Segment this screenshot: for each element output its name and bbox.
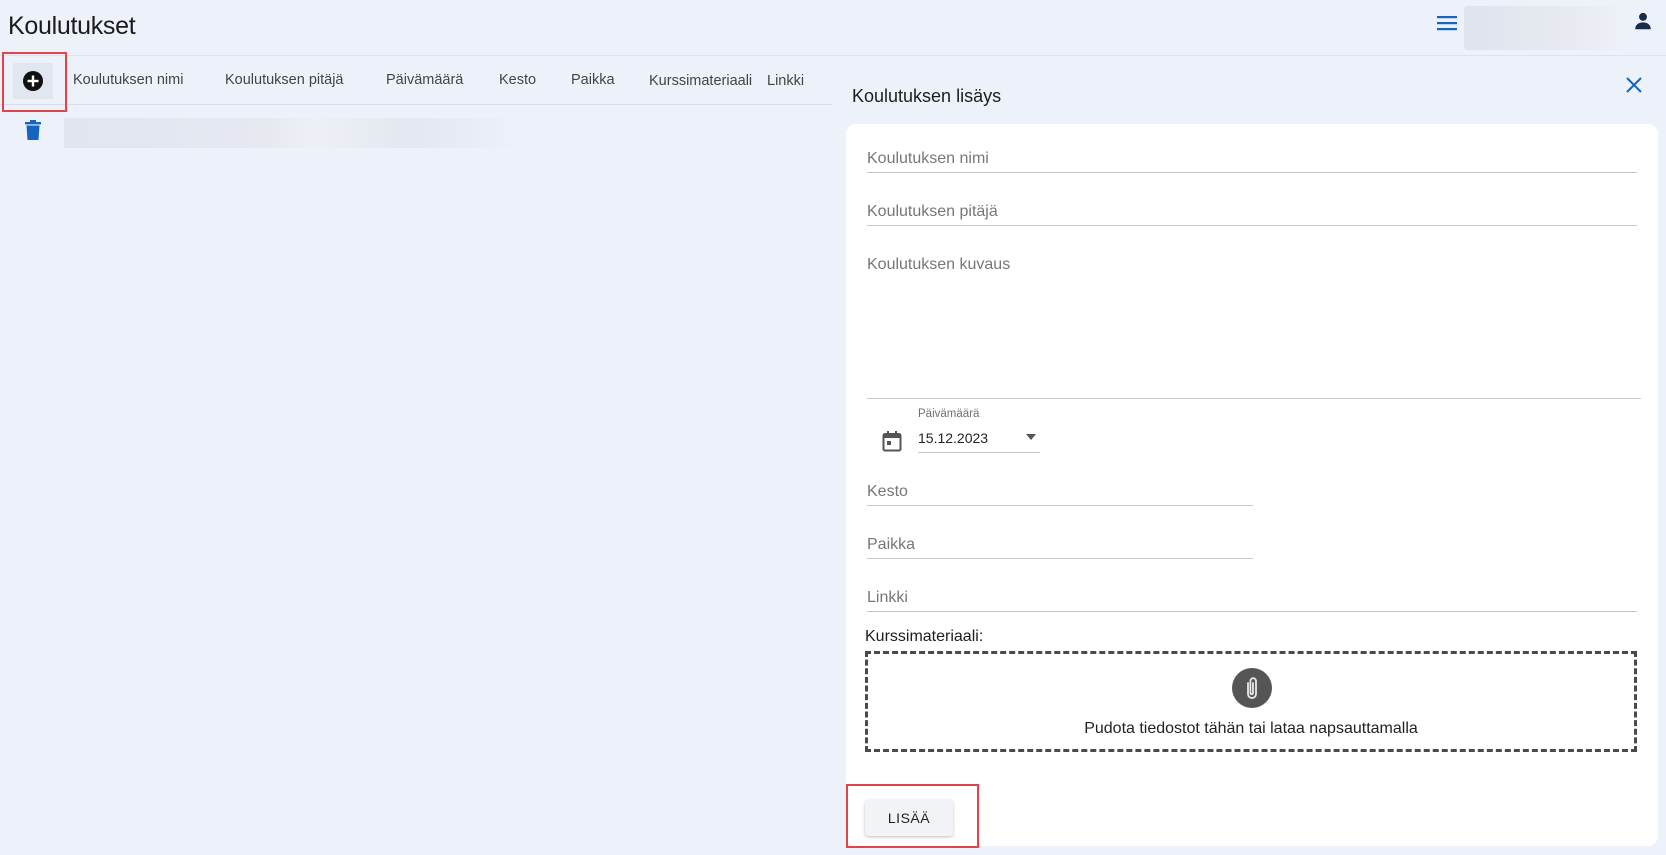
training-name-input[interactable] [867,150,1637,168]
location-input[interactable] [867,536,1253,554]
column-header-location[interactable]: Paikka [571,72,615,88]
user-name-redacted [1464,6,1628,50]
chevron-down-icon[interactable] [1026,434,1036,440]
training-organizer-field [867,203,1637,226]
close-icon[interactable] [1625,76,1643,94]
training-description-textarea[interactable] [867,256,1641,396]
trash-icon[interactable] [24,120,42,140]
paperclip-icon [1232,668,1272,708]
date-picker[interactable]: 15.12.2023 [918,428,1040,453]
page-title: Koulutukset [8,12,136,40]
calendar-icon[interactable] [882,430,902,452]
training-name-field [867,150,1637,173]
file-dropzone[interactable]: Pudota tiedostot tähän tai lataa napsaut… [865,651,1637,752]
panel-title: Koulutuksen lisäys [852,86,1002,106]
table-header: Koulutuksen nimi Koulutuksen pitäjä Päiv… [0,56,832,105]
hamburger-menu-icon[interactable] [1436,14,1458,32]
link-input[interactable] [867,589,1637,607]
column-header-name[interactable]: Koulutuksen nimi [73,72,183,88]
training-organizer-input[interactable] [867,203,1637,221]
date-label: Päivämäärä [918,408,980,420]
column-header-organizer[interactable]: Koulutuksen pitäjä [225,72,344,88]
highlight-add-button [2,52,67,112]
highlight-submit-button [846,784,979,848]
link-field [867,589,1637,612]
column-header-link[interactable]: Linkki [767,73,804,89]
course-material-label: Kurssimateriaali: [865,628,984,645]
column-header-date[interactable]: Päivämäärä [386,72,463,88]
dropzone-text: Pudota tiedostot tähän tai lataa napsaut… [1084,720,1418,737]
location-field [867,536,1253,559]
account-icon[interactable] [1632,10,1654,32]
duration-field [867,483,1253,506]
date-value: 15.12.2023 [918,430,989,446]
column-header-duration[interactable]: Kesto [499,72,536,88]
training-description-field [867,256,1641,399]
table-row-redacted [64,118,524,148]
duration-input[interactable] [867,483,1253,501]
column-header-material[interactable]: Kurssimateriaali [649,73,752,89]
